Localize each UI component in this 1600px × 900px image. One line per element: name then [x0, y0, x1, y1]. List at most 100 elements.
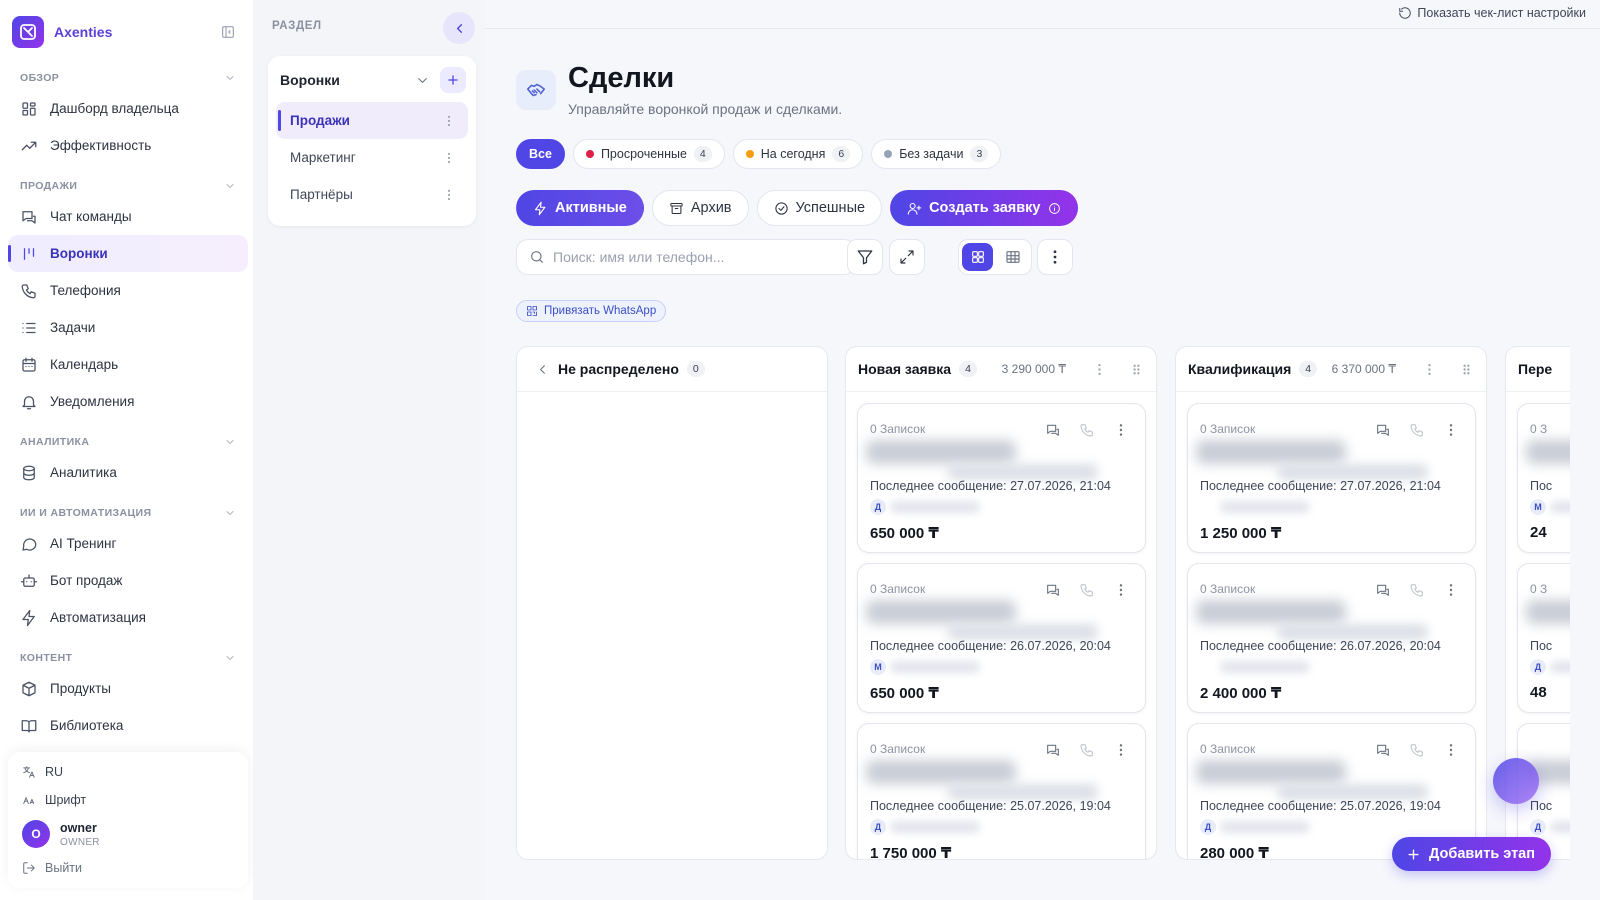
phone-icon[interactable] [1079, 742, 1095, 758]
filter-chip-label: Без задачи [899, 147, 964, 161]
sidebar-item-label: Дашборд владельца [50, 101, 179, 116]
section-panel-back-button[interactable] [443, 12, 475, 44]
filter-chip[interactable]: Без задачи 3 [871, 139, 1002, 169]
deal-notes-count: 0 Записок [870, 582, 926, 596]
sidebar-footer: RU Шрифт O owner OWNER Выйти [8, 752, 248, 888]
connect-whatsapp-button[interactable]: Привязать WhatsApp [516, 300, 667, 322]
phone-icon[interactable] [1409, 582, 1425, 598]
font-setting[interactable]: Шрифт [22, 786, 234, 814]
brand[interactable]: Axenties [12, 16, 112, 48]
search-input[interactable] [553, 249, 843, 265]
sidebar-item[interactable]: AI Тренинг [8, 525, 248, 562]
info-icon[interactable] [1048, 202, 1061, 215]
more-vertical-icon[interactable] [442, 151, 456, 165]
chat-icon[interactable] [1375, 582, 1391, 598]
nav-section-header[interactable]: АНАЛИТИКА [8, 420, 248, 454]
drag-handle-icon[interactable] [1129, 362, 1144, 377]
deal-card[interactable]: 0 З Пос М 24 [1517, 403, 1570, 553]
chat-icon[interactable] [1045, 582, 1061, 598]
kanban-view-button[interactable] [962, 243, 993, 271]
filter-chip[interactable]: Все [516, 139, 565, 169]
more-vertical-icon[interactable] [1422, 362, 1437, 377]
deal-filter-chips: Все Просроченные 4 На сегодня 6 Без задачи 3 [516, 139, 1002, 169]
sidebar-item[interactable]: Дашборд владельца [8, 90, 248, 127]
add-stage-button[interactable]: Добавить этап [1392, 837, 1551, 871]
sidebar-item[interactable]: Продукты [8, 670, 248, 707]
nav-section-header[interactable]: ИИ И АВТОМАТИЗАЦИЯ [8, 491, 248, 525]
more-vertical-icon[interactable] [1092, 362, 1107, 377]
sidebar-item[interactable]: Библиотека [8, 707, 248, 744]
deal-card[interactable]: 0 Записок Последнее сообщение: 26.07.2026… [1187, 563, 1476, 713]
chevron-left-icon[interactable] [535, 362, 550, 377]
show-setup-checklist-link[interactable]: Показать чек-лист настройки [1398, 6, 1586, 20]
deal-card[interactable]: 0 Записок Последнее сообщение: 27.07.2026… [857, 403, 1146, 553]
nav-section-header[interactable]: ПРОДАЖИ [8, 164, 248, 198]
sidebar-item[interactable]: Воронки [8, 235, 248, 272]
chat-icon[interactable] [1045, 742, 1061, 758]
more-vertical-icon[interactable] [1113, 742, 1129, 758]
user-profile[interactable]: O owner OWNER [22, 814, 234, 854]
funnel-item-label: Партнёры [290, 187, 353, 202]
more-vertical-icon[interactable] [1443, 422, 1459, 438]
language-switch[interactable]: RU [22, 758, 234, 786]
user-plus-icon [907, 202, 922, 215]
chevron-down-icon [226, 184, 234, 188]
blurred-assignee [1220, 501, 1310, 513]
sidebar-item[interactable]: Задачи [8, 309, 248, 346]
funnel-item[interactable]: Продажи [276, 102, 468, 139]
filter-button[interactable] [847, 239, 883, 275]
logout-button[interactable]: Выйти [22, 854, 234, 882]
phone-icon[interactable] [1079, 582, 1095, 598]
deal-card[interactable]: 0 Записок Последнее сообщение: 27.07.2026… [1187, 403, 1476, 553]
phone-icon[interactable] [1409, 742, 1425, 758]
filter-chip[interactable]: Просроченные 4 [572, 139, 725, 169]
sidebar-item[interactable]: Эффективность [8, 127, 248, 164]
sidebar-item[interactable]: Телефония [8, 272, 248, 309]
drag-handle-icon[interactable] [1459, 362, 1474, 377]
qr-code-icon [527, 306, 537, 316]
more-vertical-icon[interactable] [442, 188, 456, 202]
deal-card[interactable]: 0 Записок Последнее сообщение: 26.07.2026… [857, 563, 1146, 713]
assignee-badge: Д [870, 499, 886, 515]
more-vertical-icon[interactable] [442, 114, 456, 128]
deal-card[interactable]: 0 Записок Последнее сообщение: 25.07.2026… [857, 723, 1146, 859]
add-funnel-button[interactable] [440, 67, 466, 93]
chat-icon[interactable] [1045, 422, 1061, 438]
deal-actions [1375, 582, 1459, 598]
tab-archive[interactable]: Архив [651, 190, 749, 226]
sidebar-item[interactable]: Бот продаж [8, 562, 248, 599]
chevron-down-icon[interactable] [415, 73, 430, 88]
more-vertical-icon[interactable] [1113, 422, 1129, 438]
sidebar-item[interactable]: Автоматизация [8, 599, 248, 636]
collapse-sidebar-icon[interactable] [220, 24, 236, 40]
filter-chip-label: Просроченные [600, 147, 687, 161]
phone-icon[interactable] [1079, 422, 1095, 438]
chat-icon[interactable] [1375, 422, 1391, 438]
nav-section-header[interactable]: КОНТЕНТ [8, 636, 248, 670]
tab-successful[interactable]: Успешные [756, 190, 883, 226]
sidebar-item[interactable]: Календарь [8, 346, 248, 383]
sidebar-item[interactable]: Аналитика [8, 454, 248, 491]
more-vertical-icon[interactable] [1443, 582, 1459, 598]
funnels-group-header[interactable]: Воронки [280, 64, 466, 96]
expand-button[interactable] [889, 239, 925, 275]
funnel-item[interactable]: Маркетинг [276, 139, 468, 176]
funnel-item[interactable]: Партнёры [276, 176, 468, 213]
chat-icon[interactable] [1375, 742, 1391, 758]
filter-chip[interactable]: На сегодня 6 [732, 139, 864, 169]
deal-card[interactable]: 0 З Пос Д 48 [1517, 563, 1570, 713]
tab-active[interactable]: Активные [516, 190, 644, 226]
create-request-button[interactable]: Создать заявку [890, 190, 1078, 226]
sidebar-item[interactable]: Уведомления [8, 383, 248, 420]
more-vertical-icon[interactable] [1113, 582, 1129, 598]
nav-section-header[interactable]: ОБЗОР [8, 56, 248, 90]
deal-notes-count: 0 Записок [870, 422, 926, 436]
phone-icon[interactable] [1409, 422, 1425, 438]
floating-action-button[interactable] [1493, 758, 1539, 804]
table-view-button[interactable] [997, 243, 1028, 271]
more-options-button[interactable] [1037, 239, 1073, 275]
more-vertical-icon[interactable] [1443, 742, 1459, 758]
sidebar-item[interactable]: Чат команды [8, 198, 248, 235]
deal-notes-count: 0 Записок [1200, 742, 1256, 756]
deal-last-message: Последнее сообщение: 27.07.2026, 21:04 [1200, 479, 1441, 493]
